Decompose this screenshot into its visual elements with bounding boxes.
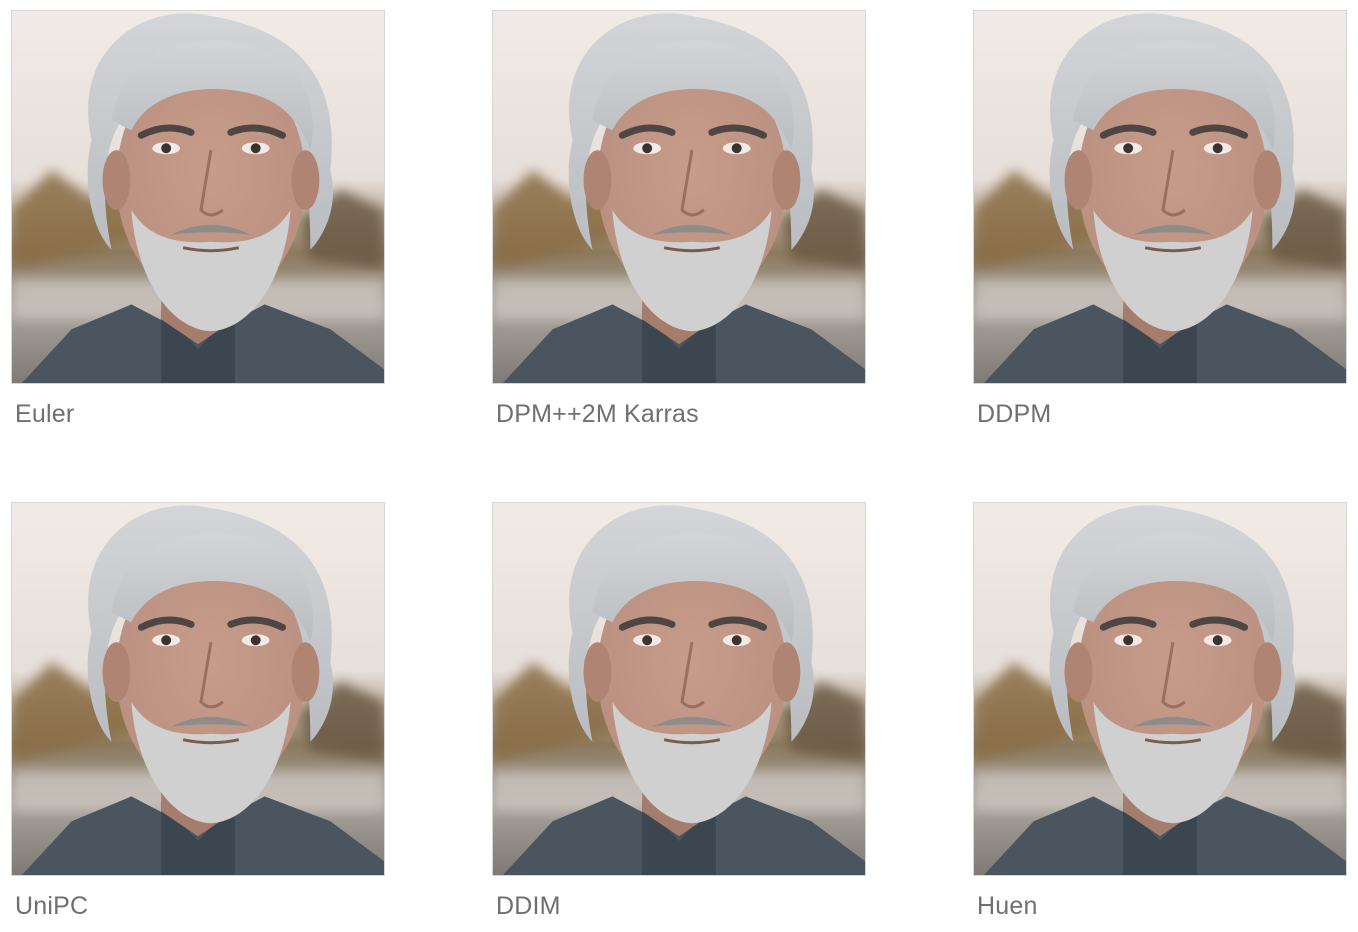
- portrait-illustration: [974, 11, 1346, 383]
- gallery-item-ddpm: DDPM: [973, 10, 1347, 440]
- portrait-image: [973, 502, 1347, 876]
- portrait-illustration: [12, 11, 384, 383]
- sampler-label: Huen: [977, 892, 1038, 920]
- portrait-illustration: [493, 11, 865, 383]
- gallery-item-huen: Huen: [973, 502, 1347, 932]
- portrait-illustration: [12, 503, 384, 875]
- gallery-item-dpm-2m-karras: DPM++2M Karras: [492, 10, 866, 440]
- sampler-comparison-grid: Euler DPM++2M Karras DDPM UniPC DDIM Hue…: [0, 0, 1358, 927]
- portrait-illustration: [493, 503, 865, 875]
- gallery-item-ddim: DDIM: [492, 502, 866, 932]
- sampler-label: Euler: [15, 400, 75, 428]
- sampler-label: UniPC: [15, 892, 89, 920]
- sampler-label: DPM++2M Karras: [496, 400, 699, 428]
- portrait-image: [11, 502, 385, 876]
- sampler-label: DDIM: [496, 892, 561, 920]
- portrait-image: [11, 10, 385, 384]
- portrait-image: [492, 10, 866, 384]
- sampler-label: DDPM: [977, 400, 1052, 428]
- portrait-image: [492, 502, 866, 876]
- gallery-item-unipc: UniPC: [11, 502, 385, 932]
- portrait-image: [973, 10, 1347, 384]
- portrait-illustration: [974, 503, 1346, 875]
- gallery-item-euler: Euler: [11, 10, 385, 440]
